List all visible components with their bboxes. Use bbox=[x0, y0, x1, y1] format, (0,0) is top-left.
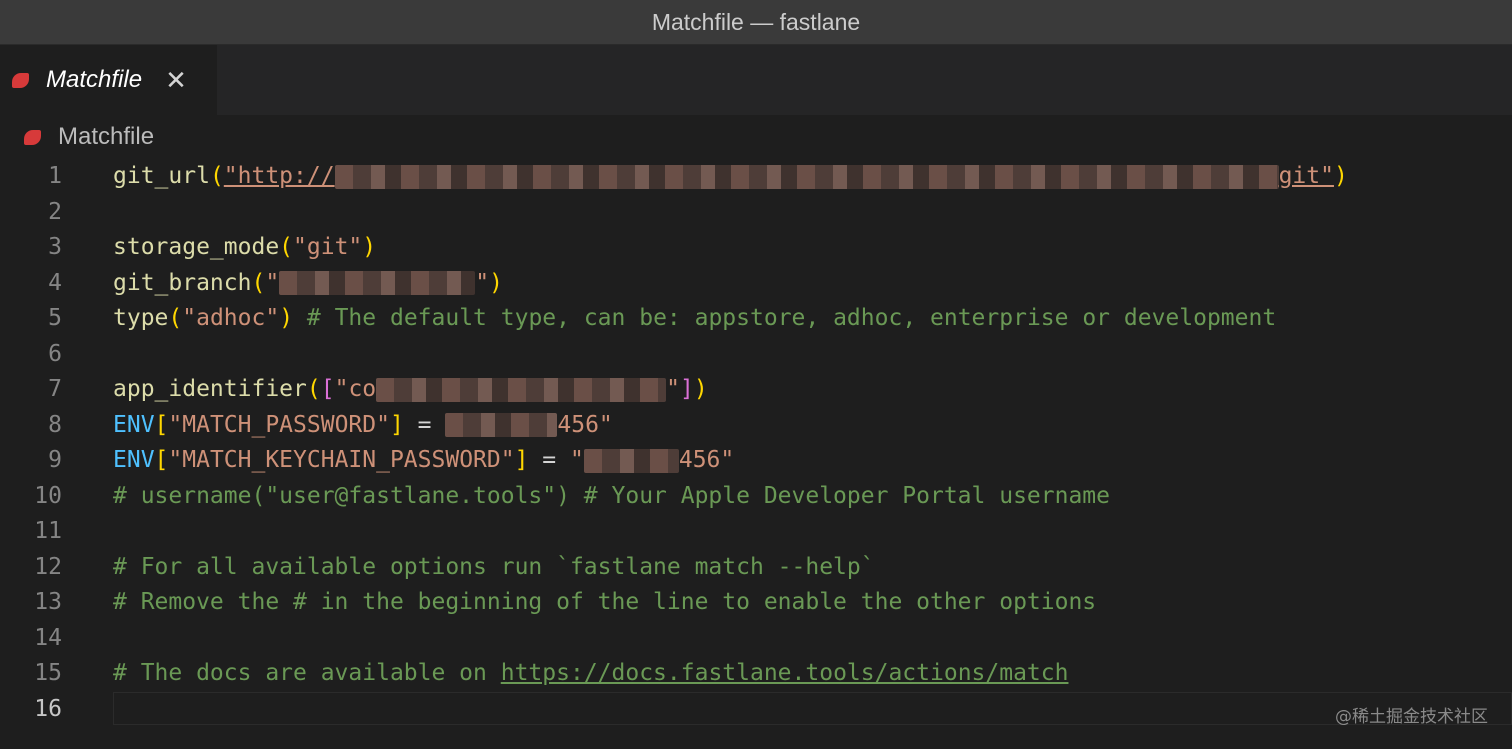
line-number: 9 bbox=[48, 447, 62, 473]
code-line-active[interactable]: 16 bbox=[0, 691, 1512, 727]
code-line: 10 # username("user@fastlane.tools") # Y… bbox=[0, 479, 1512, 514]
breadcrumb-item-matchfile[interactable]: Matchfile bbox=[58, 123, 154, 151]
ruby-icon bbox=[23, 127, 43, 147]
breadcrumb: Matchfile bbox=[0, 115, 1512, 159]
code-comment: # The docs are available on https://docs… bbox=[113, 660, 1069, 686]
docs-link[interactable]: https://docs.fastlane.tools/actions/matc… bbox=[501, 660, 1069, 686]
line-number: 12 bbox=[34, 553, 62, 580]
line-number: 13 bbox=[34, 589, 62, 615]
line-number: 16 bbox=[34, 695, 62, 722]
redacted-branch bbox=[279, 271, 476, 295]
redacted-password bbox=[445, 413, 558, 437]
code-line: 12 # For all available options run `fast… bbox=[0, 550, 1512, 585]
code-line: 1 git_url("http://git") bbox=[0, 159, 1512, 194]
code-line: 2 bbox=[0, 195, 1512, 230]
code-comment: # username("user@fastlane.tools") # Your… bbox=[113, 482, 1110, 509]
ruby-icon bbox=[11, 70, 31, 90]
code-text: git_url("http://git") bbox=[113, 163, 1348, 189]
code-text: app_identifier(["co "]) bbox=[113, 376, 708, 402]
close-icon[interactable]: ✕ bbox=[164, 65, 188, 95]
code-editor[interactable]: 1 git_url("http://git") 2 3 storage_mode… bbox=[0, 159, 1512, 749]
code-text: storage_mode("git") bbox=[113, 234, 377, 260]
line-number: 5 bbox=[48, 305, 62, 331]
line-number: 7 bbox=[48, 376, 62, 402]
line-number: 15 bbox=[34, 660, 62, 686]
current-line-highlight bbox=[113, 691, 1512, 725]
code-line: 14 bbox=[0, 621, 1512, 656]
line-number: 8 bbox=[48, 411, 62, 438]
code-comment: # Remove the # in the beginning of the l… bbox=[113, 589, 1097, 615]
redacted-url bbox=[334, 164, 1279, 189]
code-text: ENV["MATCH_KEYCHAIN_PASSWORD"] = " 456" bbox=[113, 447, 735, 473]
line-number: 1 bbox=[48, 163, 62, 189]
watermark: @稀土掘金技术社区 bbox=[1335, 707, 1488, 727]
line-number: 6 bbox=[48, 340, 62, 367]
line-number: 2 bbox=[48, 198, 62, 225]
line-number: 14 bbox=[34, 624, 62, 651]
code-text: type("adhoc") # The default type, can be… bbox=[113, 305, 1277, 331]
redacted-keychain-password bbox=[583, 448, 679, 473]
window-title-bar: Matchfile — fastlane bbox=[0, 0, 1512, 45]
code-line: 7 app_identifier(["co "]) bbox=[0, 372, 1512, 407]
code-line: 9 ENV["MATCH_KEYCHAIN_PASSWORD"] = " 456" bbox=[0, 443, 1512, 478]
code-line: 8 ENV["MATCH_PASSWORD"] = 456" bbox=[0, 408, 1512, 443]
line-number: 4 bbox=[48, 269, 62, 296]
code-text: ENV["MATCH_PASSWORD"] = 456" bbox=[113, 411, 613, 438]
tab-bar: Matchfile ✕ bbox=[0, 45, 1512, 115]
line-number: 11 bbox=[34, 518, 62, 544]
tab-matchfile[interactable]: Matchfile ✕ bbox=[0, 45, 217, 115]
code-line: 4 git_branch(" ") bbox=[0, 266, 1512, 301]
code-comment: # For all available options run `fastlan… bbox=[113, 553, 875, 580]
code-line: 3 storage_mode("git") bbox=[0, 230, 1512, 265]
code-line: 15 # The docs are available on https://d… bbox=[0, 656, 1512, 691]
code-text: git_branch(" ") bbox=[113, 269, 503, 296]
window-title: Matchfile — fastlane bbox=[651, 8, 861, 35]
code-line: 6 bbox=[0, 337, 1512, 372]
code-line: 5 type("adhoc") # The default type, can … bbox=[0, 301, 1512, 336]
line-number: 10 bbox=[34, 482, 62, 509]
code-line: 11 bbox=[0, 514, 1512, 549]
tab-label: Matchfile bbox=[46, 66, 143, 93]
redacted-identifier bbox=[376, 377, 667, 402]
line-number: 3 bbox=[48, 234, 62, 260]
code-line: 13 # Remove the # in the beginning of th… bbox=[0, 585, 1512, 620]
